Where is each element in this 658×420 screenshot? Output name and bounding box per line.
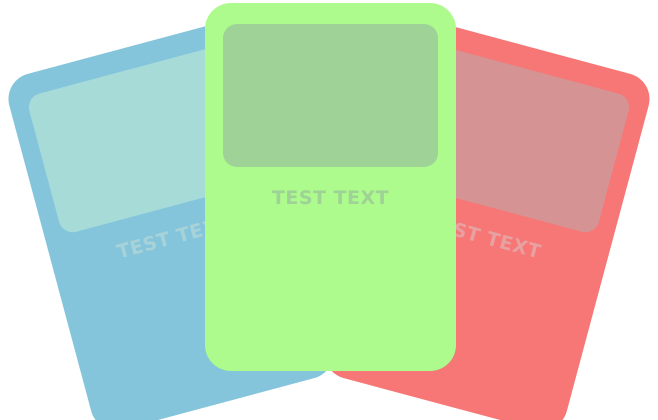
card-center-text: TEST TEXT [271, 187, 390, 209]
card-stack: TEST TEXT TEST TEXT TEST TEXT [0, 0, 658, 420]
card-center-image-placeholder [223, 24, 438, 167]
card-center-green[interactable]: TEST TEXT [205, 3, 456, 371]
